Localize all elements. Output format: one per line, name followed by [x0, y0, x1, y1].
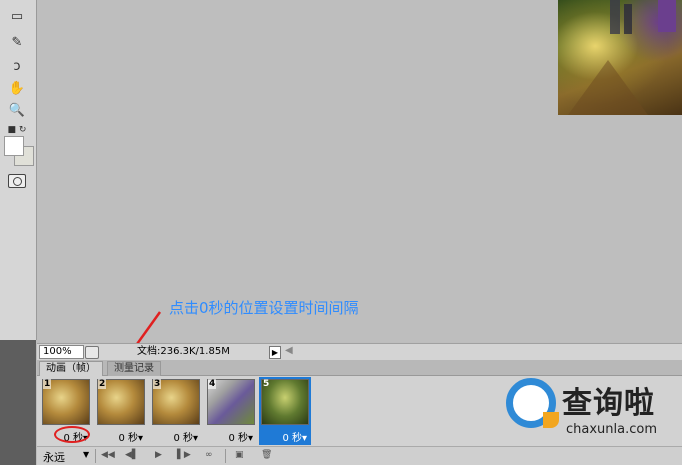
watermark-url: chaxunla.com	[566, 422, 657, 437]
status-bar: 100% 文档:236.3K/1.85M ▶ ◀	[37, 343, 682, 361]
tab-animation-frames[interactable]: 动画（帧）	[39, 361, 103, 376]
frame-number: 2	[98, 379, 107, 389]
delete-frame-icon[interactable]: 🗑	[261, 450, 272, 460]
left-panel-strip	[0, 340, 36, 465]
annotation-text: 点击0秒的位置设置时间间隔	[169, 299, 359, 317]
marquee-tool-icon[interactable]: ▭	[6, 6, 28, 26]
status-menu-arrow-icon[interactable]: ▶	[269, 346, 281, 359]
quick-mask-icon[interactable]	[8, 174, 26, 188]
animation-controls: 永远 ▼ ◀◀ ◀▌ ▶ ▌▶ ∞ ▣ 🗑	[37, 446, 682, 465]
divider	[225, 449, 226, 463]
frame-number: 4	[208, 379, 217, 389]
next-frame-icon[interactable]: ▌▶	[177, 450, 191, 460]
canvas-area[interactable]	[37, 0, 682, 342]
foreground-color-swatch[interactable]	[4, 136, 24, 156]
animation-frame-2[interactable]: 2 0 秒▾	[95, 377, 147, 445]
color-swatches	[4, 136, 34, 170]
animation-frame-4[interactable]: 4 0 秒▾	[205, 377, 257, 445]
quick-selection-tool-icon[interactable]: ✎	[6, 32, 28, 52]
frame-delay-selector[interactable]: 0 秒▾	[259, 429, 311, 444]
loop-options-select[interactable]: 永远	[43, 449, 65, 465]
animation-frame-3[interactable]: 3 0 秒▾	[150, 377, 202, 445]
chevron-down-icon[interactable]: ▼	[83, 450, 89, 459]
frame-number: 5	[263, 379, 270, 389]
document-image	[558, 0, 682, 115]
hand-tool-icon[interactable]: ✋	[6, 78, 28, 98]
new-frame-icon[interactable]: ▣	[235, 450, 244, 460]
first-frame-icon[interactable]: ◀◀	[101, 450, 115, 460]
frame-delay-selector[interactable]: 0 秒▾	[95, 429, 147, 444]
zoom-tool-icon[interactable]: 🔍	[6, 100, 28, 120]
tools-panel: ▭ ✎ ↄ ✋ 🔍 ■ ↻	[0, 0, 37, 340]
frame-number: 1	[43, 379, 52, 389]
highlight-oval	[54, 426, 90, 443]
zoom-level-field[interactable]: 100%	[39, 345, 84, 359]
watermark: 查询啦 chaxunla.com	[502, 372, 682, 442]
watermark-title: 查询啦	[562, 386, 655, 421]
frame-number: 3	[153, 379, 162, 389]
lasso-tool-icon[interactable]: ↄ	[6, 56, 28, 76]
divider	[95, 449, 96, 463]
play-icon[interactable]: ▶	[155, 450, 162, 460]
scroll-left-arrow-icon[interactable]: ◀	[285, 345, 293, 356]
tween-icon[interactable]: ∞	[205, 450, 213, 460]
previous-frame-icon[interactable]: ◀▌	[125, 450, 139, 460]
status-info-icon[interactable]	[85, 346, 99, 359]
frame-delay-selector[interactable]: 0 秒▾	[150, 429, 202, 444]
document-info: 文档:236.3K/1.85M	[137, 346, 230, 357]
animation-frame-5[interactable]: 5 0 秒▾	[259, 377, 311, 445]
tab-measurement-log[interactable]: 测量记录	[107, 361, 161, 376]
frame-delay-selector[interactable]: 0 秒▾	[205, 429, 257, 444]
watermark-logo-icon	[506, 378, 559, 428]
